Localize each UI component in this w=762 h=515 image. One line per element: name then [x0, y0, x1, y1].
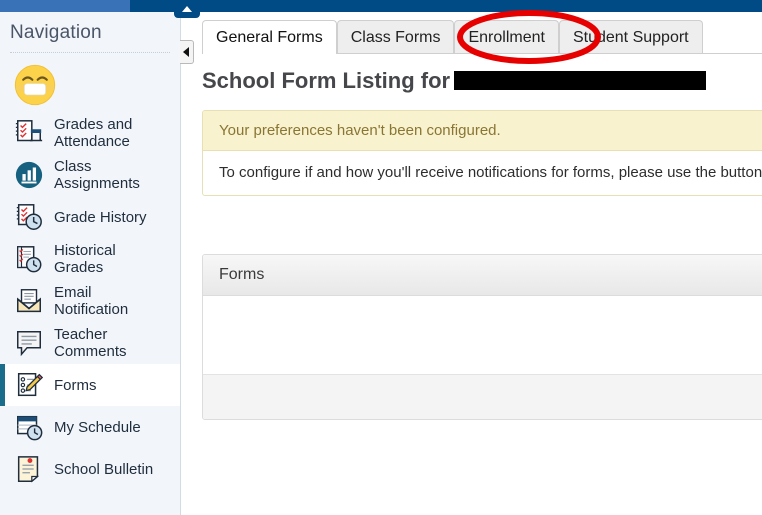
forms-panel-body	[203, 296, 762, 375]
avatar-container	[0, 58, 180, 112]
masked-face-emoji-avatar-icon	[14, 64, 56, 106]
sidebar-title: Navigation	[10, 22, 102, 43]
sidebar-collapse-button[interactable]	[180, 40, 194, 64]
page-title: School Form Listing for	[195, 54, 762, 94]
teacher-comments-speech-icon	[17, 331, 41, 357]
tab-label: Enrollment	[468, 29, 545, 46]
tab-label: General Forms	[216, 29, 323, 46]
tab-enrollment[interactable]: Enrollment	[454, 20, 559, 53]
top-app-bar	[0, 0, 762, 12]
tab-label: Student Support	[572, 29, 689, 46]
sidebar-item-label: Historical Grades	[54, 242, 116, 276]
sidebar-item-grades-and-attendance[interactable]: Grades and Attendance	[0, 112, 180, 154]
forms-panel-footer	[203, 375, 762, 419]
chevron-up-icon	[182, 6, 192, 12]
forms-tabstrip: General Forms Class Forms Enrollment Stu…	[202, 12, 762, 55]
main-content: General Forms Class Forms Enrollment Stu…	[195, 12, 762, 515]
tab-student-support[interactable]: Student Support	[558, 20, 703, 53]
sidebar-item-school-bulletin[interactable]: School Bulletin	[0, 448, 180, 490]
sidebar-nav-list: Grades and Attendance Class Assignments	[0, 112, 180, 490]
forms-panel: Forms	[202, 254, 762, 420]
alert-body-text: To configure if and how you'll receive n…	[219, 164, 762, 181]
forms-panel-header: Forms	[203, 255, 762, 296]
sidebar-item-label: Teacher Comments	[54, 326, 127, 360]
sidebar-item-label: Grade History	[54, 208, 147, 226]
tab-class-forms[interactable]: Class Forms	[336, 20, 455, 53]
class-assignments-chart-icon	[15, 161, 43, 189]
redacted-school-name	[454, 71, 707, 90]
sidebar-divider	[10, 52, 170, 54]
sidebar-item-forms[interactable]: Forms	[0, 364, 180, 406]
page-title-text: School Form Listing for	[202, 68, 451, 93]
tab-label: Class Forms	[350, 29, 441, 46]
sidebar-item-my-schedule[interactable]: My Schedule	[0, 406, 180, 448]
grades-attendance-icon	[15, 120, 43, 142]
preferences-alert-panel: Your preferences haven't been configured…	[202, 110, 762, 196]
tab-general-forms[interactable]: General Forms	[202, 20, 337, 55]
sidebar-item-label: School Bulletin	[54, 460, 154, 478]
sidebar-item-label: Forms	[54, 376, 97, 394]
sidebar-item-historical-grades[interactable]: Historical Grades	[0, 238, 180, 280]
scroll-to-top-button[interactable]	[174, 0, 200, 18]
sidebar-item-label: Grades and Attendance	[54, 116, 133, 150]
my-schedule-calendar-clock-icon	[17, 415, 43, 441]
email-notification-envelope-icon	[17, 289, 41, 313]
chevron-left-icon	[183, 47, 189, 57]
sidebar-item-email-notification[interactable]: Email Notification	[0, 280, 180, 322]
sidebar-item-label: My Schedule	[54, 418, 141, 436]
sidebar-item-teacher-comments[interactable]: Teacher Comments	[0, 322, 180, 364]
school-bulletin-document-icon	[17, 456, 40, 483]
top-app-bar-left-segment	[0, 0, 130, 12]
alert-heading: Your preferences haven't been configured…	[203, 111, 762, 151]
sidebar-item-class-assignments[interactable]: Class Assignments	[0, 154, 180, 196]
sidebar-item-label: Class Assignments	[54, 158, 140, 192]
sidebar-item-label: Email Notification	[54, 284, 129, 318]
navigation-sidebar: Navigation Grades and Attendance Class A…	[0, 12, 181, 515]
grade-history-clock-icon	[16, 204, 42, 230]
tab-active-cover	[203, 53, 336, 55]
historical-grades-notebook-icon	[17, 246, 42, 273]
forms-checklist-pencil-icon	[17, 373, 44, 397]
app-root: Navigation Grades and Attendance Class A…	[0, 0, 762, 515]
sidebar-item-grade-history[interactable]: Grade History	[0, 196, 180, 238]
